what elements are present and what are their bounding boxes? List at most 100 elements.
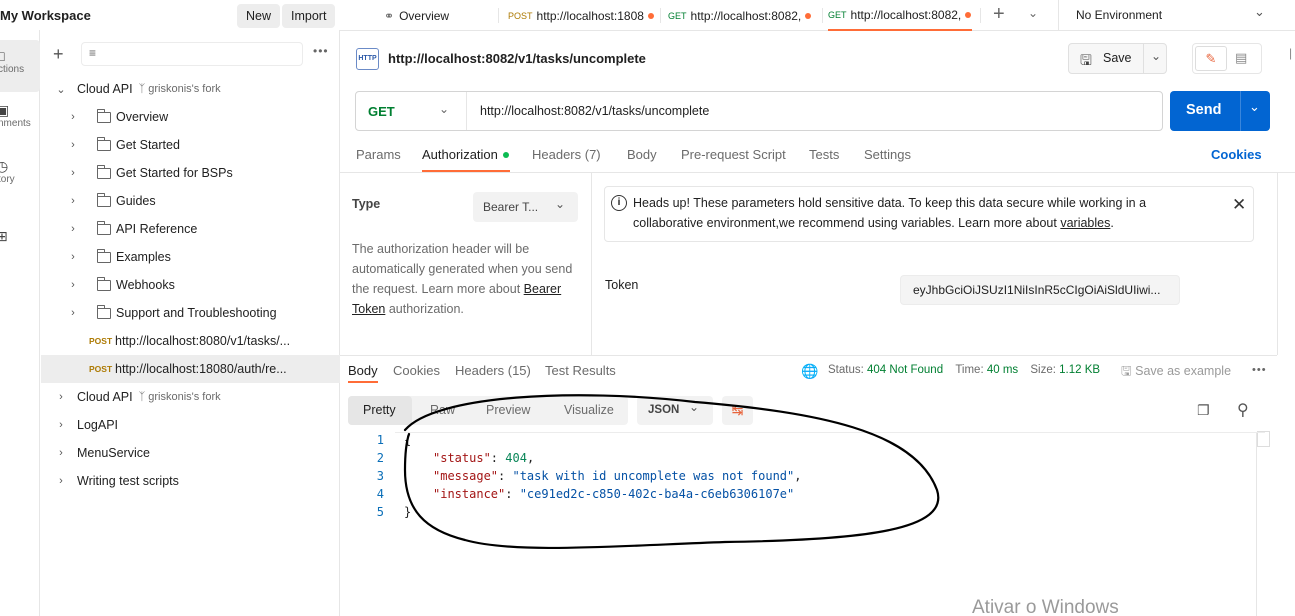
send-button[interactable]: Send (1186, 102, 1221, 118)
tab-pre-request-script[interactable]: Pre-request Script (681, 147, 786, 162)
method-badge: POST (89, 364, 113, 374)
method-chevron-icon[interactable]: ⌄ (439, 102, 449, 116)
url-input[interactable]: http://localhost:8082/v1/tasks/uncomplet… (480, 104, 709, 118)
chevron-right-icon: › (71, 279, 75, 291)
environment-selector[interactable]: No Environment (1076, 8, 1162, 22)
tab-request-3-active[interactable]: GET http://localhost:8082, (828, 0, 972, 31)
folder-overview[interactable]: › Overview (41, 103, 340, 131)
line-number: 2 (376, 451, 384, 465)
view-pretty[interactable]: Pretty (363, 403, 396, 417)
tab-request-2[interactable]: GET http://localhost:8082, (668, 0, 822, 31)
apps-icon: ⊞ (0, 228, 8, 244)
collections-icon: □ (0, 48, 5, 64)
folder-examples[interactable]: › Examples (41, 243, 340, 271)
collection-logapi[interactable]: › LogAPI (41, 411, 340, 439)
folder-icon (96, 248, 111, 263)
mode-toggle: ✎ ▤ (1192, 43, 1262, 74)
rail-collections[interactable]: □ ctions (0, 40, 40, 92)
comments-icon[interactable]: ▤ (1235, 50, 1247, 66)
auth-active-dot (503, 152, 509, 158)
request-item[interactable]: POST http://localhost:8080/v1/tasks/... (41, 327, 340, 355)
new-button[interactable]: New (237, 4, 281, 28)
chevron-right-icon: › (71, 167, 75, 179)
folder-icon (96, 136, 111, 151)
size-value[interactable]: 1.12 KB (1059, 364, 1100, 376)
collection-writing-tests[interactable]: › Writing test scripts (41, 467, 340, 495)
left-rail: □ ctions ▣ nments ◷ tory ⊞ (0, 30, 40, 616)
environments-icon: ▣ (0, 102, 10, 118)
line-number: 3 (376, 469, 384, 483)
collection-cloud-api[interactable]: ⌄ Cloud API ᛉ griskonis's fork (41, 75, 340, 103)
import-button[interactable]: Import (282, 4, 336, 28)
send-options-chevron-icon[interactable]: ⌄ (1249, 99, 1260, 115)
response-more-icon[interactable]: ••• (1252, 364, 1267, 376)
response-tab-headers[interactable]: Headers (15) (455, 363, 531, 378)
tab-request-1[interactable]: POST http://localhost:1808 (508, 0, 658, 31)
status-value[interactable]: 404 Not Found (867, 364, 943, 376)
more-options-icon[interactable]: ••• (313, 44, 329, 58)
type-label: Type (352, 197, 381, 211)
folder-icon (96, 192, 111, 207)
tab-tests[interactable]: Tests (809, 147, 839, 162)
close-icon[interactable]: ✕ (1232, 195, 1246, 215)
chevron-right-icon: › (71, 251, 75, 263)
token-label: Token (605, 278, 639, 292)
rail-history[interactable]: ◷ tory (0, 158, 40, 198)
tab-params[interactable]: Params (356, 147, 401, 162)
filter-icon: ≡ (89, 46, 97, 60)
folder-support[interactable]: › Support and Troubleshooting (41, 299, 340, 327)
save-options-chevron-icon[interactable]: ⌄ (1151, 49, 1161, 63)
time-value[interactable]: 40 ms (987, 364, 1018, 376)
response-tab-test-results[interactable]: Test Results (545, 363, 616, 378)
folder-webhooks[interactable]: › Webhooks (41, 271, 340, 299)
workspace-title[interactable]: My Workspace (0, 8, 91, 23)
filter-input[interactable]: ≡ (81, 42, 303, 66)
new-tab-icon[interactable]: + (993, 3, 1005, 26)
rail-label: nments (0, 118, 31, 129)
tab-body[interactable]: Body (627, 147, 657, 162)
folder-guides[interactable]: › Guides (41, 187, 340, 215)
add-collection-icon[interactable]: + (53, 44, 64, 65)
tab-bar: ⚭ Overview POST http://localhost:1808 GE… (340, 0, 1295, 31)
rail-label: tory (0, 174, 15, 185)
copy-icon[interactable]: ❐ (1197, 402, 1210, 419)
chevron-right-icon: › (71, 195, 75, 207)
save-as-example-button[interactable]: 🖫 Save as example (1121, 362, 1231, 383)
variables-link[interactable]: variables (1060, 216, 1110, 230)
response-tab-cookies[interactable]: Cookies (393, 363, 440, 378)
tabs-dropdown-icon[interactable]: ⌄ (1028, 6, 1038, 20)
folder-api-reference[interactable]: › API Reference (41, 215, 340, 243)
collection-cloud-api-2[interactable]: › Cloud API ᛉ griskonis's fork (41, 383, 340, 411)
folder-get-started-bsps[interactable]: › Get Started for BSPs (41, 159, 340, 187)
collection-menuservice[interactable]: › MenuService (41, 439, 340, 467)
environment-chevron-icon[interactable]: ⌄ (1254, 4, 1265, 20)
folder-icon (96, 164, 111, 179)
response-tab-body[interactable]: Body (348, 363, 378, 378)
line-number: 1 (376, 433, 384, 447)
token-input[interactable]: eyJhbGciOiJSUzI1NiIsInR5cCIgOiAiSldUIiwi… (900, 275, 1180, 305)
rail-apps[interactable]: ⊞ (0, 228, 40, 248)
sensitive-data-note: i Heads up! These parameters hold sensit… (604, 186, 1254, 242)
tab-settings[interactable]: Settings (864, 147, 911, 162)
tab-authorization[interactable]: Authorization (422, 147, 498, 162)
edit-icon[interactable]: ✎ (1195, 46, 1227, 71)
unsaved-dot (647, 12, 654, 19)
folder-get-started[interactable]: › Get Started (41, 131, 340, 159)
method-select[interactable]: GET (368, 104, 395, 119)
folder-icon (96, 108, 111, 123)
auth-type-select[interactable]: Bearer T... ⌄ (473, 192, 578, 222)
rail-environments[interactable]: ▣ nments (0, 102, 40, 142)
chevron-right-icon: › (59, 391, 63, 403)
save-button[interactable]: Save (1103, 51, 1132, 65)
cookies-link[interactable]: Cookies (1211, 147, 1262, 162)
method-badge: POST (89, 336, 113, 346)
auth-description: The authorization header will be automat… (352, 242, 573, 316)
chevron-down-icon: ⌄ (56, 83, 66, 96)
tab-headers[interactable]: Headers (7) (532, 147, 601, 162)
tab-overview[interactable]: ⚭ Overview (384, 0, 504, 31)
fork-label: ᛉ griskonis's fork (138, 83, 221, 95)
request-title[interactable]: http://localhost:8082/v1/tasks/uncomplet… (388, 51, 646, 66)
globe-icon[interactable]: 🌐 (801, 363, 818, 380)
request-item-selected[interactable]: POST http://localhost:18080/auth/re... (41, 355, 340, 383)
search-icon[interactable]: ⚲ (1237, 400, 1249, 420)
